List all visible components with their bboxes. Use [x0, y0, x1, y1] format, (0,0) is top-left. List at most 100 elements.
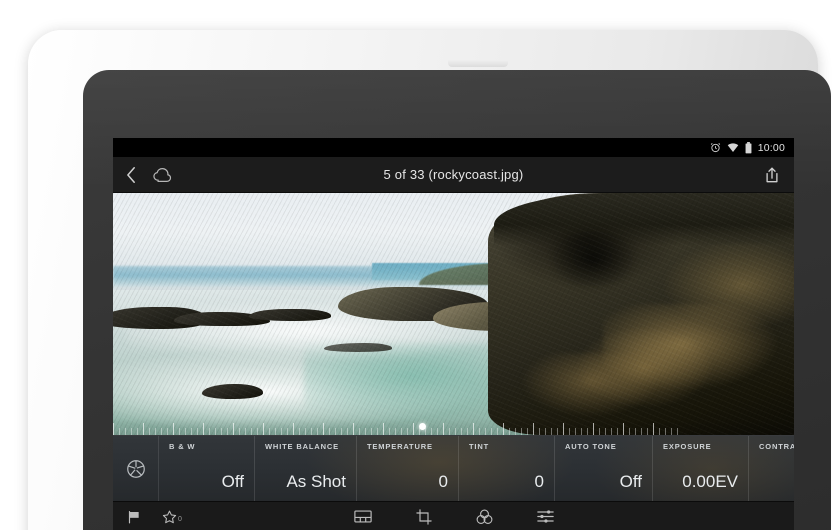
android-status-bar: 10:00 [113, 138, 794, 157]
scrubber-tick [665, 428, 666, 435]
share-export-icon[interactable] [764, 166, 780, 184]
adjustment-cell[interactable]: TEMPERATURE 0 [357, 436, 459, 501]
scrubber-tick [623, 423, 624, 435]
status-bar-time: 10:00 [757, 141, 785, 154]
scrubber-tick [119, 428, 120, 435]
scrubber-tick [131, 428, 132, 435]
photo-cliff-top [494, 193, 794, 247]
battery-icon [745, 141, 752, 154]
scrubber-tick [593, 423, 594, 435]
adjustment-cell[interactable]: AUTO TONE Off [555, 436, 653, 501]
scrubber-tick [203, 423, 204, 435]
scrubber-tick [647, 428, 648, 435]
scrubber-tick [479, 428, 480, 435]
scrubber-tick [497, 428, 498, 435]
scrubber-tick [215, 428, 216, 435]
scrubber-tick [179, 428, 180, 435]
scrubber-tick [311, 428, 312, 435]
aperture-icon[interactable] [113, 436, 159, 501]
scrubber-tick [377, 428, 378, 435]
photo-preview[interactable] [113, 193, 794, 435]
scrubber-tick [545, 428, 546, 435]
adjustment-value: Off [221, 472, 244, 491]
scrubber-tick [155, 428, 156, 435]
scrubber-tick [353, 423, 354, 435]
scrubber-tick [239, 428, 240, 435]
scrubber-tick [581, 428, 582, 435]
scrubber-tick [575, 428, 576, 435]
back-chevron-icon[interactable] [125, 166, 138, 184]
wifi-icon [727, 142, 739, 153]
sliders-adjust-icon[interactable] [536, 509, 554, 524]
page-title: 5 of 33 (rockycoast.jpg) [383, 167, 524, 182]
adjustment-cell[interactable]: EXPOSURE 0.00EV [653, 436, 749, 501]
bottom-toolbar: 0 [113, 501, 794, 530]
adjustment-label: EXPOSURE [663, 442, 712, 451]
scrubber-tick [485, 428, 486, 435]
scrubber-tick [635, 428, 636, 435]
app-title-bar: 5 of 33 (rockycoast.jpg) [113, 157, 794, 193]
photo-image [113, 193, 794, 435]
scrubber-tick [503, 423, 504, 435]
presets-filmstrip-icon[interactable] [353, 509, 372, 524]
filmstrip-scrubber[interactable] [113, 419, 794, 435]
scrubber-tick [161, 428, 162, 435]
adjustment-cell[interactable]: B & W Off [159, 436, 255, 501]
tablet-top-notch [448, 60, 508, 67]
color-mix-icon[interactable] [476, 509, 493, 525]
scrubber-tick [443, 423, 444, 435]
crop-icon[interactable] [415, 508, 432, 525]
scrubber-tick [677, 428, 678, 435]
scrubber-tick [437, 428, 438, 435]
scrubber-tick [533, 423, 534, 435]
adjustment-cell[interactable]: TINT 0 [459, 436, 555, 501]
adjustment-value: 0 [438, 472, 448, 491]
photo-rock [201, 384, 263, 399]
adjustment-cell[interactable]: CONTRAST [749, 436, 794, 501]
scrubber-tick [281, 428, 282, 435]
scrubber-tick [359, 428, 360, 435]
star-rating-icon[interactable]: 0 [162, 510, 182, 524]
photo-rock [324, 343, 393, 352]
scrubber-tick [287, 428, 288, 435]
scrubber-tick [317, 428, 318, 435]
tablet-device-body: 10:00 5 of 33 (rockycoast.jpg) B & W Off… [28, 30, 831, 530]
scrubber-tick [653, 423, 654, 435]
scrubber-tick [251, 428, 252, 435]
scrubber-tick [335, 428, 336, 435]
scrubber-tick [641, 428, 642, 435]
photo-rock [249, 309, 331, 322]
flag-icon[interactable] [127, 510, 142, 524]
scrubber-tick [167, 428, 168, 435]
scrubber-tick [263, 423, 264, 435]
scrubber-tick [143, 423, 144, 435]
scrubber-tick [671, 428, 672, 435]
adjustment-strip[interactable]: B & W Off WHITE BALANCE As Shot TEMPERATURE 0… [113, 435, 794, 501]
alarm-icon [710, 142, 721, 153]
scrubber-tick [233, 423, 234, 435]
scrubber-tick [407, 428, 408, 435]
scrubber-tick [491, 428, 492, 435]
scrubber-tick [455, 428, 456, 435]
scrubber-tick [191, 428, 192, 435]
star-rating-count: 0 [178, 515, 182, 523]
scrubber-tick [371, 428, 372, 435]
photo-cliff-shadow [548, 226, 638, 290]
adjustment-cell[interactable]: WHITE BALANCE As Shot [255, 436, 357, 501]
scrubber-tick [365, 428, 366, 435]
scrubber-tick [323, 423, 324, 435]
scrubber-tick [515, 428, 516, 435]
scrubber-tick [599, 428, 600, 435]
scrubber-tick [563, 423, 564, 435]
scrubber-tick [527, 428, 528, 435]
adjustment-value: Off [619, 472, 642, 491]
scrubber-tick [389, 428, 390, 435]
scrubber-tick [125, 428, 126, 435]
tablet-screen: 10:00 5 of 33 (rockycoast.jpg) B & W Off… [113, 138, 794, 530]
scrubber-tick [557, 428, 558, 435]
cloud-sync-icon[interactable] [152, 167, 173, 183]
scrubber-tick [611, 428, 612, 435]
scrubber-tick [509, 428, 510, 435]
scrubber-tick [605, 428, 606, 435]
scrubber-tick [329, 428, 330, 435]
